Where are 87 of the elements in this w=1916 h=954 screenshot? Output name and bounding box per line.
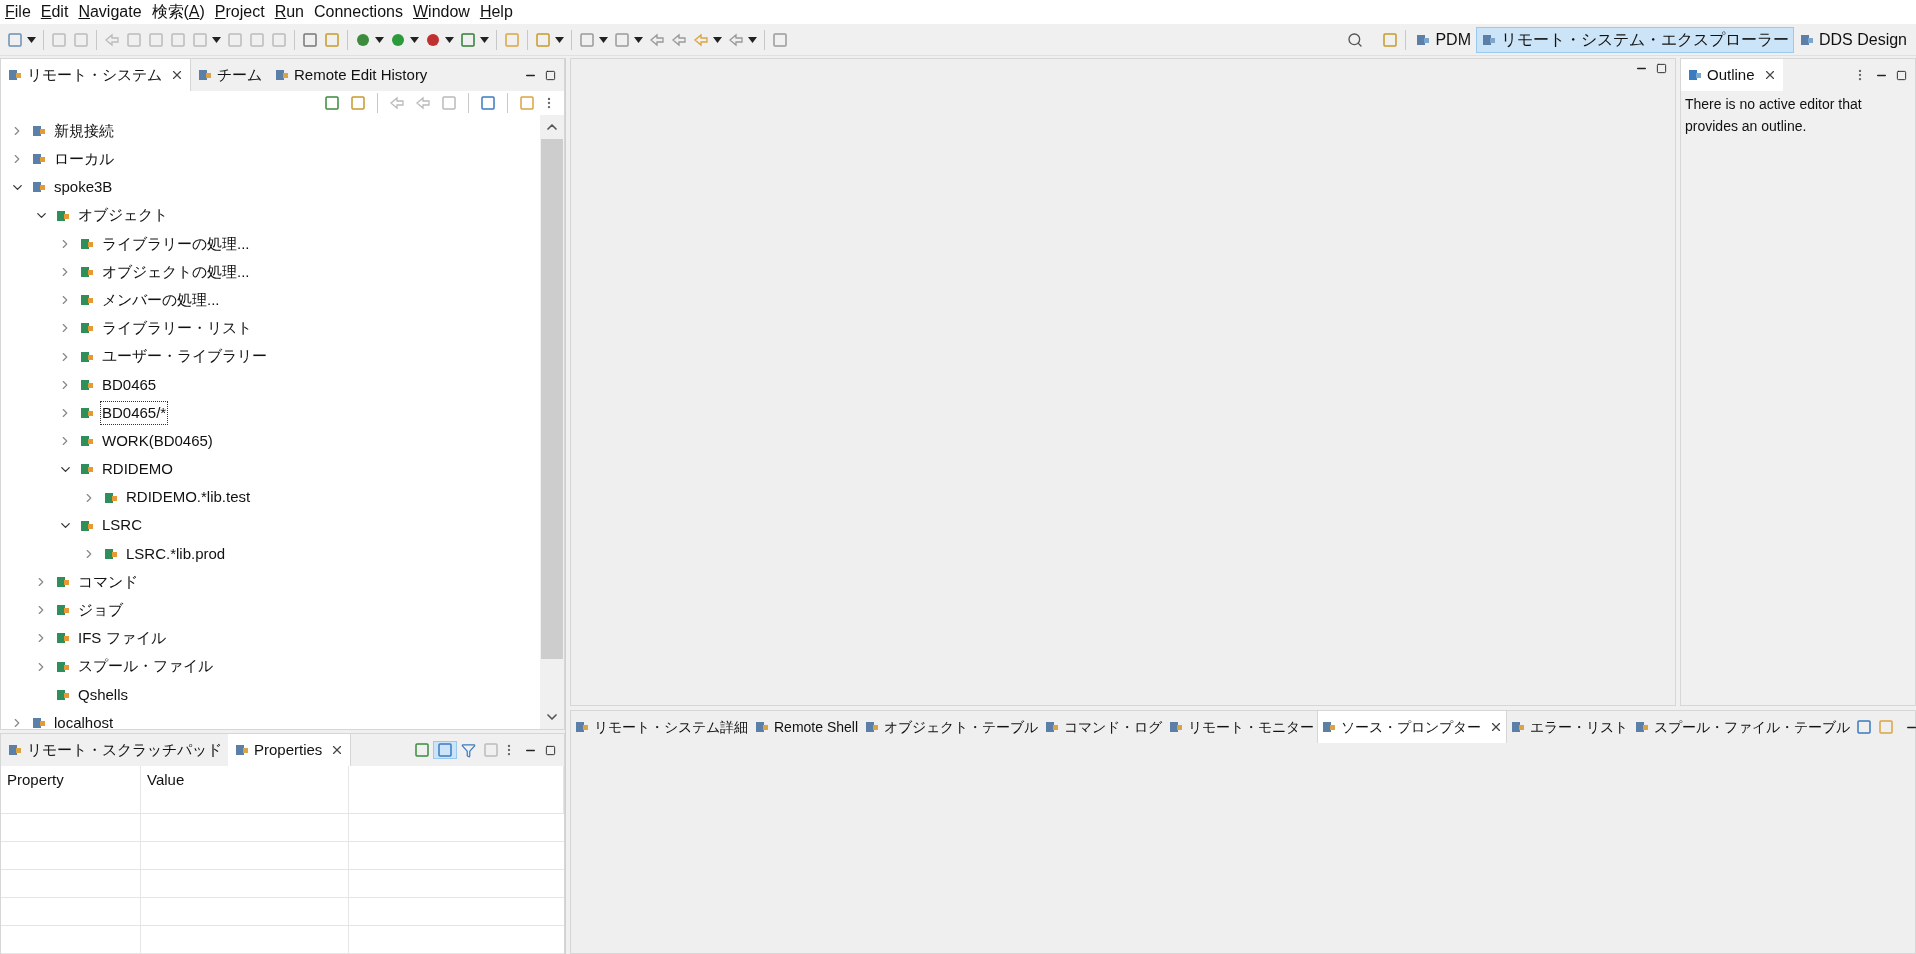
tree-item[interactable]: メンバーの処理... (101, 288, 221, 312)
caret-icon[interactable] (555, 36, 564, 43)
perspective-button[interactable]: PDM (1410, 26, 1476, 53)
view-tab[interactable]: リモート・スクラッチパッド (1, 734, 228, 766)
view-tab[interactable]: Remote Edit History (268, 59, 434, 91)
maximize-icon[interactable] (1896, 69, 1907, 81)
search-icon[interactable] (1347, 31, 1364, 48)
view-tab[interactable]: リモート・システム詳細 (571, 711, 751, 743)
view-icon (7, 742, 23, 758)
view-icon (1168, 719, 1185, 735)
view-icon (274, 67, 290, 83)
maximize-icon[interactable] (1656, 62, 1667, 74)
tree-item[interactable]: RDIDEMO.*lib.test (125, 486, 252, 509)
back-icon[interactable] (389, 95, 405, 111)
view-tab[interactable]: ソース・プロンプター (1317, 711, 1508, 743)
close-icon[interactable] (170, 68, 184, 82)
tree-item[interactable]: BD0465 (101, 373, 158, 397)
menu-item[interactable]: Window (407, 0, 475, 24)
tree-item[interactable]: LSRC.*lib.prod (125, 542, 227, 566)
menu-item[interactable]: Help (474, 0, 518, 24)
view-icon (1510, 719, 1527, 735)
view-tab[interactable]: Remote Shell (751, 711, 862, 743)
view-tab[interactable]: コマンド・ログ (1041, 711, 1166, 743)
tree-item[interactable]: オブジェクト (77, 204, 169, 227)
caret-icon[interactable] (748, 36, 757, 43)
view-tab[interactable]: オブジェクト・テーブル (861, 711, 1042, 743)
tree-item[interactable]: ライブラリー・リスト (101, 317, 253, 340)
view-tab[interactable]: リモート・システム (1, 59, 191, 91)
caret-icon[interactable] (410, 36, 419, 43)
view-icon (574, 719, 590, 735)
tree-item[interactable]: WORK(BD0465) (101, 429, 214, 453)
view-icon (864, 719, 881, 735)
view-icon (754, 719, 770, 735)
tree-item[interactable]: spoke3B (53, 176, 114, 199)
view-tab[interactable]: リモート・モニター (1165, 711, 1318, 743)
column-header[interactable]: Property (1, 766, 141, 813)
tree-item[interactable]: LSRC (101, 514, 143, 537)
caret-icon[interactable] (599, 36, 608, 43)
view-icon (1044, 719, 1061, 735)
view-tab[interactable]: Outline (1681, 59, 1783, 91)
caret-icon[interactable] (27, 36, 36, 43)
tree-item[interactable]: オブジェクトの処理... (101, 260, 251, 284)
maximize-icon[interactable] (545, 744, 556, 756)
scroll-thumb[interactable] (541, 139, 563, 659)
menu-item[interactable]: Run (269, 0, 309, 24)
menu-item[interactable]: Edit (35, 0, 74, 24)
view-tab[interactable]: スプール・ファイル・テーブル (1631, 711, 1854, 743)
caret-icon[interactable] (713, 36, 722, 43)
view-tab[interactable]: Properties (228, 734, 352, 766)
tree-item[interactable]: RDIDEMO (101, 458, 174, 481)
tree-item[interactable]: スプール・ファイル (77, 655, 214, 678)
tree-item[interactable]: ジョブ (77, 599, 124, 622)
caret-icon[interactable] (480, 36, 489, 43)
scrollbar[interactable] (540, 115, 564, 729)
tree-item[interactable]: ユーザー・ライブラリー (101, 345, 268, 368)
tree-item[interactable]: localhost (53, 711, 115, 729)
menu-item[interactable]: Connections (309, 0, 408, 24)
view-tab[interactable]: エラー・リスト (1507, 711, 1632, 743)
caret-icon[interactable] (634, 36, 643, 43)
view-icon (7, 67, 23, 83)
menu-item[interactable]: 検索(A) (146, 0, 210, 24)
view-icon (234, 742, 250, 758)
node-icon (31, 715, 47, 729)
outline-message: There is no active editor that provides an outline. (1684, 95, 1863, 136)
menu-item[interactable]: Navigate (73, 0, 147, 24)
menu-item[interactable]: File (0, 0, 36, 24)
maximize-icon[interactable] (545, 69, 556, 81)
view-icon (197, 67, 213, 83)
outline-icon (1687, 67, 1703, 83)
column-header[interactable]: Value (141, 766, 349, 813)
view-icon (1321, 719, 1338, 735)
filter-icon[interactable] (461, 742, 476, 758)
tree-item[interactable]: BD0465/* (101, 401, 168, 425)
perspective-button[interactable]: DDS Design (1793, 26, 1912, 53)
tree-item[interactable]: Qshells (77, 683, 130, 707)
caret-icon[interactable] (445, 36, 454, 43)
tree-item[interactable]: コマンド (77, 570, 139, 594)
tree-item[interactable]: ライブラリーの処理... (101, 232, 251, 256)
caret-icon[interactable] (212, 36, 221, 43)
caret-icon[interactable] (375, 36, 384, 43)
tree-item[interactable]: ローカル (53, 148, 115, 171)
tree-item[interactable]: IFS ファイル (77, 627, 167, 650)
view-tab[interactable]: チーム (191, 59, 268, 91)
perspective-button[interactable]: リモート・システム・エクスプローラー (1475, 26, 1794, 53)
view-icon (1634, 719, 1651, 735)
tree-item[interactable]: 新規接続 (53, 119, 115, 143)
menu-item[interactable]: Project (209, 0, 270, 24)
